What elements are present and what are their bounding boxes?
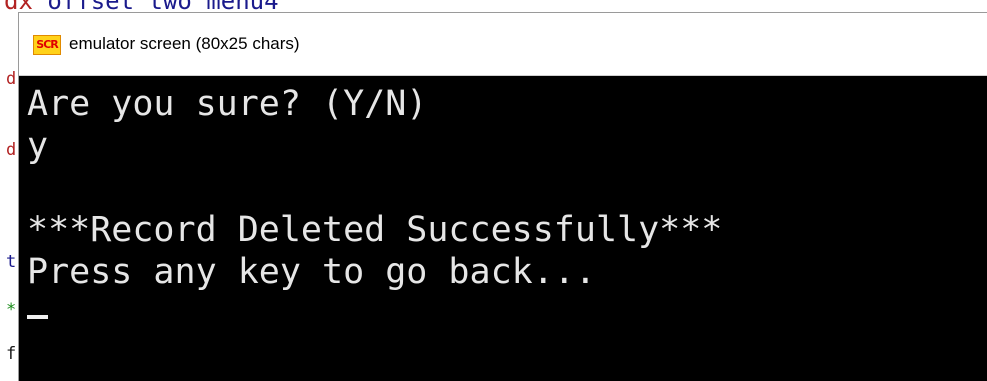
window-title: emulator screen (80x25 chars): [69, 34, 300, 53]
console-line: ***Record Deleted Successfully***: [27, 210, 723, 250]
background-gutter-char: t: [6, 252, 17, 272]
console-line: y: [27, 126, 49, 166]
background-gutter-char: f: [6, 344, 17, 364]
console-screen[interactable]: Are you sure? (Y/N) y ***Record Deleted …: [19, 76, 987, 381]
app-icon: SCR: [33, 35, 61, 55]
background-gutter-char: d: [6, 140, 17, 160]
background-gutter-char: *: [6, 300, 17, 320]
console-line: Press any key to go back...: [27, 252, 596, 292]
text-cursor: [27, 315, 48, 319]
background-gutter-char: d: [6, 69, 17, 89]
title-bar[interactable]: SCR emulator screen (80x25 chars): [19, 13, 987, 76]
console-line: Are you sure? (Y/N): [27, 84, 428, 124]
emulator-window[interactable]: SCR emulator screen (80x25 chars) Are yo…: [18, 12, 987, 381]
